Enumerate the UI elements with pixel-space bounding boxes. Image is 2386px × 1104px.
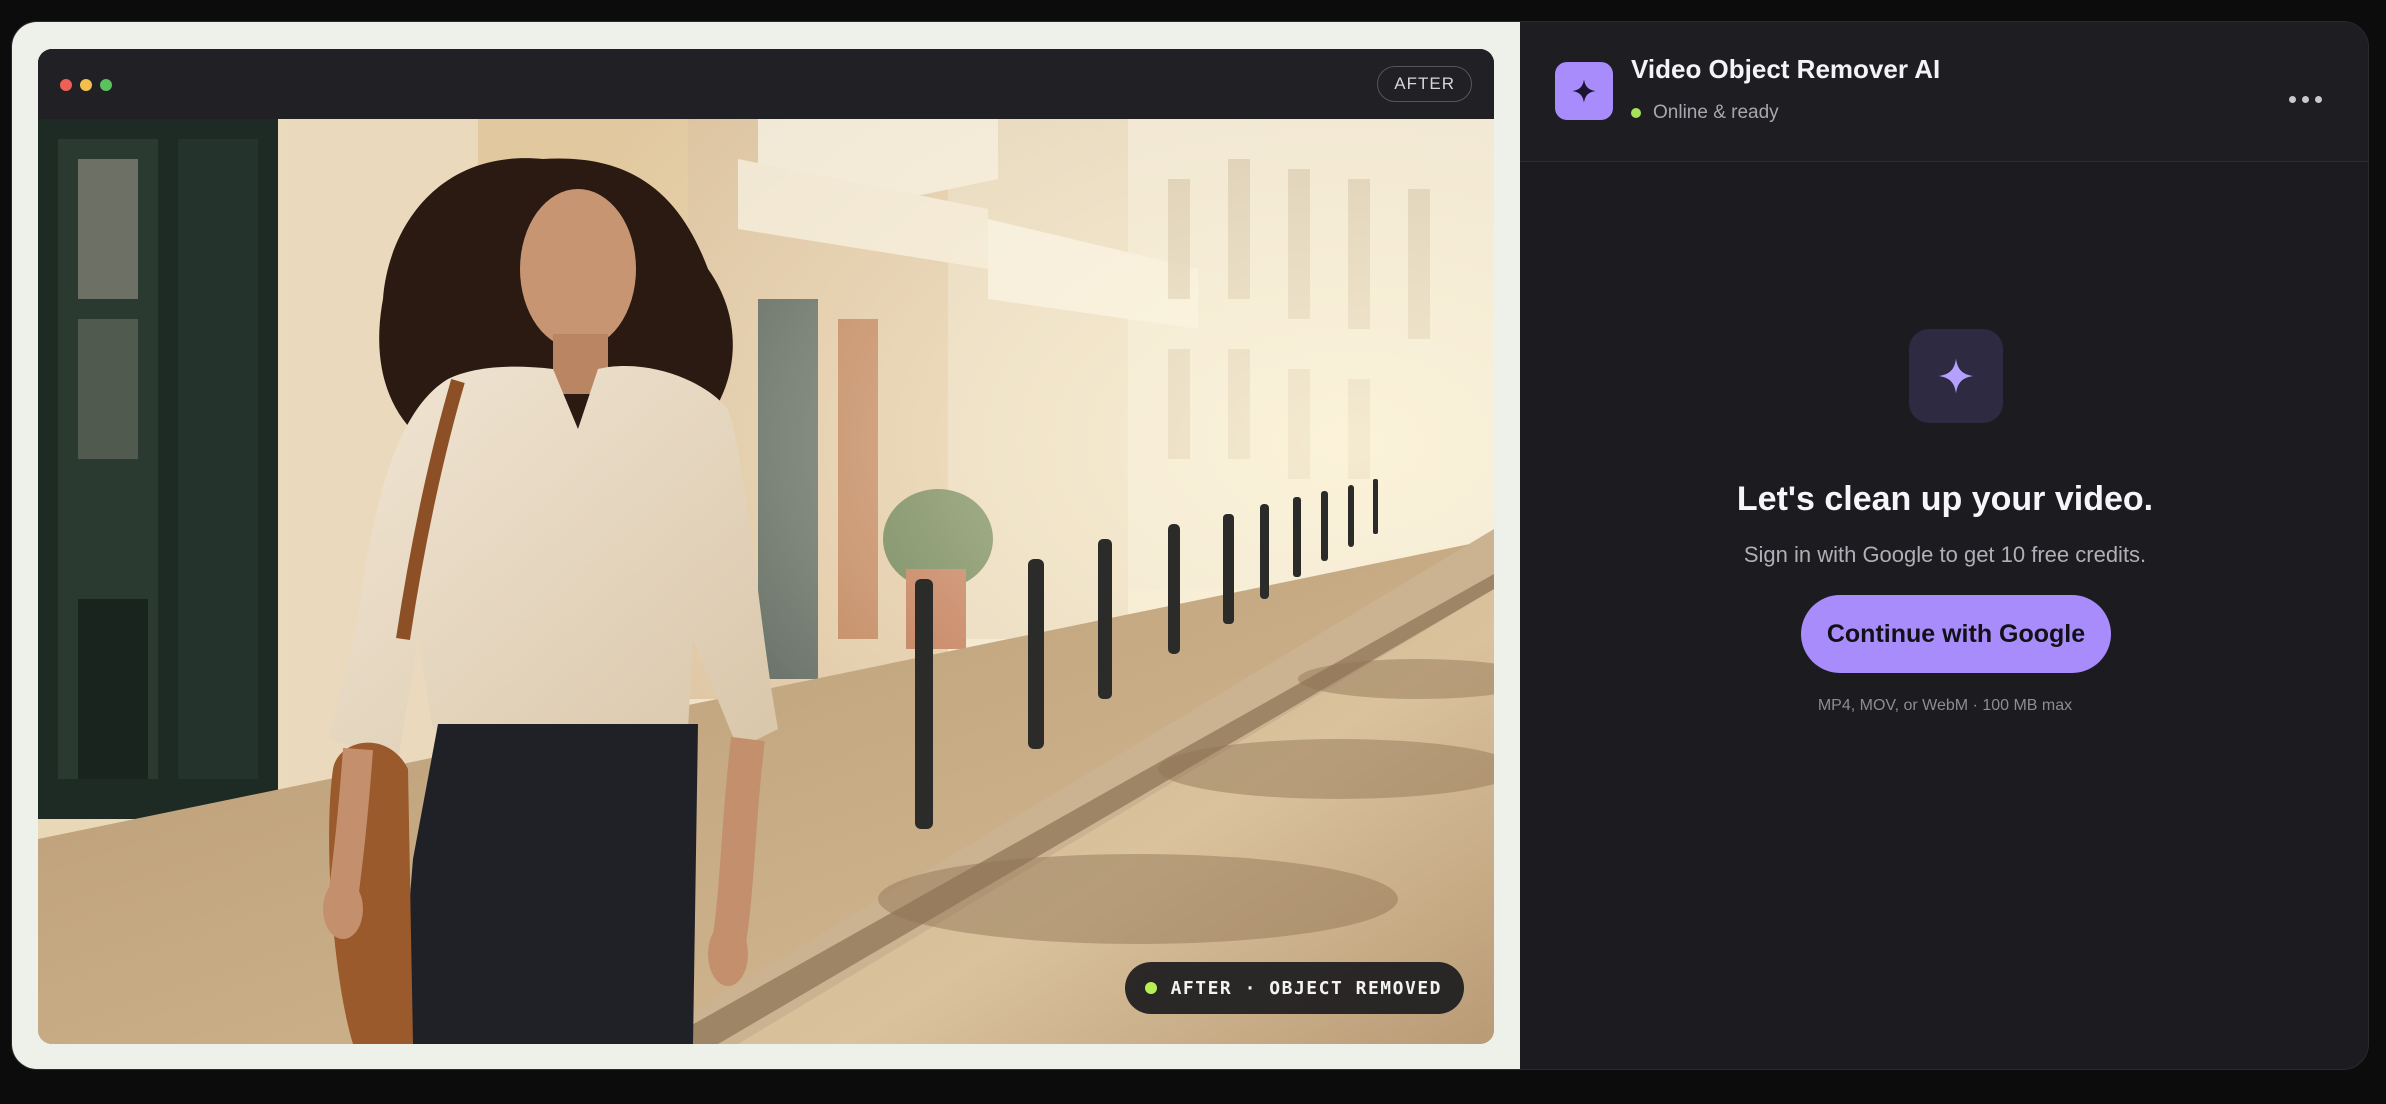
minimize-window-dot[interactable] [80, 79, 92, 91]
more-icon[interactable] [2289, 96, 2322, 103]
headline: Let's clean up your video. [1736, 480, 2154, 518]
continue-with-google-button[interactable]: Continue with Google [1801, 595, 2111, 673]
app-title: Video Object Remover AI [1631, 54, 1941, 84]
app-frame: AFTER AFTER · OBJECT REMOVED Video Objec… [11, 21, 2369, 1070]
maximize-window-dot[interactable] [100, 79, 112, 91]
sparkle-icon [1909, 329, 2003, 423]
status-chip-label: AFTER · OBJECT REMOVED [1170, 977, 1442, 999]
online-indicator [1631, 108, 1641, 118]
status-text: Online & ready [1653, 102, 1779, 123]
format-note: MP4, MOV, or WebM · 100 MB max [1817, 697, 2073, 714]
subtitle: Sign in with Google to get 10 free credi… [1743, 542, 2147, 567]
status-row: Online & ready [1631, 102, 1779, 124]
video-preview-frame[interactable]: AFTER · OBJECT REMOVED [38, 119, 1494, 1044]
window-titlebar: AFTER [38, 49, 1494, 119]
close-window-dot[interactable] [60, 79, 72, 91]
street-scene-image [38, 119, 1494, 1044]
panel-header: Video Object Remover AI Online & ready [1520, 22, 2368, 162]
preview-window: AFTER AFTER · OBJECT REMOVED [38, 49, 1494, 1044]
after-toggle[interactable]: AFTER [1377, 66, 1472, 102]
side-panel: Video Object Remover AI Online & ready L… [1520, 22, 2368, 1069]
after-status-chip: AFTER · OBJECT REMOVED [1124, 962, 1464, 1014]
preview-panel: AFTER AFTER · OBJECT REMOVED [12, 22, 1520, 1069]
sparkle-icon [1555, 62, 1613, 120]
status-dot [1144, 982, 1157, 994]
